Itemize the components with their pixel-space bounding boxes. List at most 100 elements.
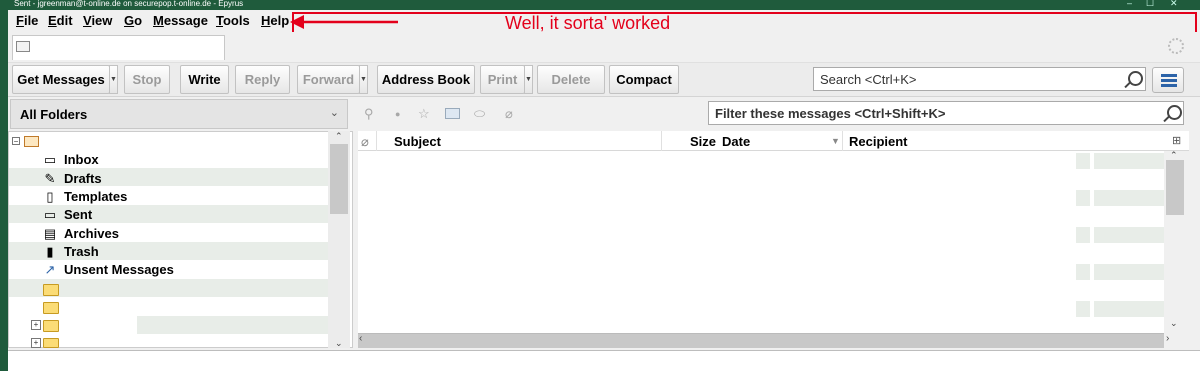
sent-icon: ▭ <box>43 207 57 222</box>
thread-header: ⌀ Subject Size Date ▼ Recipient ⊞ <box>358 131 1189 151</box>
mail-tab-icon <box>16 41 30 52</box>
filter-placeholder: Filter these messages <Ctrl+Shift+K> <box>715 106 946 121</box>
expand-folder-icon[interactable]: + <box>31 338 41 348</box>
stop-button[interactable]: Stop <box>124 65 170 94</box>
folder-mode-label: All Folders <box>20 107 88 122</box>
folder-icon[interactable] <box>43 320 59 332</box>
search-icon <box>1128 71 1143 86</box>
menu-go[interactable]: Go <box>124 13 142 28</box>
forward-button[interactable]: Forward <box>297 65 360 94</box>
star-icon[interactable]: ☆ <box>418 106 430 122</box>
folder-trash[interactable]: ▮ Trash <box>42 244 99 262</box>
global-search-input[interactable]: Search <Ctrl+K> <box>813 67 1146 91</box>
global-search-placeholder: Search <Ctrl+K> <box>820 72 917 87</box>
unsent-icon: ↗ <box>44 262 56 277</box>
thread-scroll-thumb[interactable] <box>1166 160 1184 215</box>
attachment-column-icon[interactable]: ⌀ <box>361 134 369 150</box>
hamburger-bar <box>1161 79 1177 82</box>
templates-icon: ▯ <box>46 189 54 204</box>
row-stripes <box>1094 153 1164 333</box>
folder-icon[interactable] <box>43 284 59 296</box>
print-button[interactable]: Print <box>480 65 525 94</box>
folder-inbox[interactable]: ▭ Inbox <box>42 152 99 170</box>
compact-button[interactable]: Compact <box>609 65 679 94</box>
expand-folder-icon[interactable]: + <box>31 320 41 330</box>
folder-label: Unsent Messages <box>64 262 174 277</box>
menu-file[interactable]: File <box>16 13 38 28</box>
folder-label: Archives <box>64 226 119 241</box>
hamburger-icon <box>1161 74 1177 77</box>
date-column[interactable]: Date <box>722 134 750 149</box>
thread-list-right <box>1076 151 1164 335</box>
menu-edit[interactable]: Edit <box>48 13 73 28</box>
address-book-button[interactable]: Address Book <box>377 65 475 94</box>
contact-icon[interactable] <box>445 108 460 119</box>
pin-icon[interactable]: ⚲ <box>364 106 374 122</box>
folder-icon[interactable] <box>43 302 59 314</box>
folder-drafts[interactable]: ✎ Drafts <box>42 171 102 189</box>
close-button[interactable]: ✕ <box>1170 0 1178 8</box>
hamburger-bar <box>1161 84 1177 87</box>
menu-tools[interactable]: Tools <box>216 13 250 28</box>
trash-icon: ▮ <box>46 244 54 259</box>
annotation-arrow <box>290 15 398 29</box>
thread-hscrollbar[interactable] <box>358 333 1164 348</box>
folder-label: Trash <box>64 244 99 259</box>
folder-archives[interactable]: ▤ Archives <box>42 226 119 244</box>
sort-desc-icon: ▼ <box>831 136 840 146</box>
print-dropdown[interactable]: ▼ <box>524 65 533 94</box>
scroll-left-icon[interactable]: ‹ <box>359 333 362 344</box>
scroll-up-icon[interactable]: ⌃ <box>1170 150 1178 161</box>
search-icon <box>1167 105 1182 120</box>
scroll-down-icon[interactable]: ⌄ <box>335 338 343 349</box>
folder-icon[interactable] <box>43 338 59 348</box>
menu-message[interactable]: Message <box>153 13 208 28</box>
forward-dropdown[interactable]: ▼ <box>359 65 368 94</box>
scroll-right-icon[interactable]: › <box>1166 333 1169 344</box>
maximize-button[interactable]: ☐ <box>1146 0 1154 8</box>
folder-unsent[interactable]: ↗ Unsent Messages <box>42 262 174 280</box>
column-separator <box>376 131 377 151</box>
get-messages-button[interactable]: Get Messages <box>12 65 110 94</box>
folder-mode-selector[interactable]: All Folders ⌄ <box>10 99 348 129</box>
unread-filter-icon[interactable]: ● <box>395 109 400 119</box>
account-icon <box>24 136 39 147</box>
throbber-icon <box>1168 38 1184 54</box>
folder-label: Templates <box>64 189 128 204</box>
reply-button[interactable]: Reply <box>235 65 290 94</box>
column-separator <box>842 131 843 151</box>
tag-icon[interactable]: ⬭ <box>474 106 485 122</box>
folder-label: Sent <box>64 207 93 222</box>
collapse-account-icon[interactable]: − <box>12 137 20 146</box>
attachment-icon[interactable]: ⌀ <box>505 106 513 122</box>
get-messages-dropdown[interactable]: ▼ <box>109 65 118 94</box>
inbox-icon: ▭ <box>43 152 57 167</box>
tab-folder[interactable] <box>12 35 225 60</box>
thread-list[interactable] <box>358 151 1164 335</box>
delete-button[interactable]: Delete <box>537 65 605 94</box>
minimize-button[interactable]: – <box>1127 0 1132 8</box>
folder-label: Inbox <box>64 152 99 167</box>
annotation-text: Well, it sorta' worked <box>505 13 671 33</box>
scroll-up-icon[interactable]: ⌃ <box>335 131 343 142</box>
menu-view[interactable]: View <box>83 13 112 28</box>
folder-scroll-thumb[interactable] <box>330 144 348 214</box>
window-title: Sent - jgreenman@t-online.de on securepo… <box>14 0 244 8</box>
filter-messages-input[interactable]: Filter these messages <Ctrl+Shift+K> <box>708 101 1184 125</box>
write-button[interactable]: Write <box>180 65 229 94</box>
menu-help[interactable]: Help <box>261 13 289 28</box>
chevron-down-icon: ⌄ <box>329 107 339 119</box>
archives-icon: ▤ <box>43 226 57 241</box>
desktop-edge <box>0 10 8 371</box>
app-menu-button[interactable] <box>1152 67 1184 93</box>
size-column[interactable]: Size <box>690 134 716 149</box>
scroll-down-icon[interactable]: ⌄ <box>1170 318 1178 329</box>
folder-label: Drafts <box>64 171 102 186</box>
row-stripe <box>137 316 328 334</box>
subject-column[interactable]: Subject <box>394 134 441 149</box>
folder-sent[interactable]: ▭ Sent <box>42 207 92 225</box>
recipient-column[interactable]: Recipient <box>849 134 908 149</box>
folder-templates[interactable]: ▯ Templates <box>42 189 127 207</box>
row-stripes <box>1076 153 1090 333</box>
column-picker-icon[interactable]: ⊞ <box>1172 134 1181 147</box>
